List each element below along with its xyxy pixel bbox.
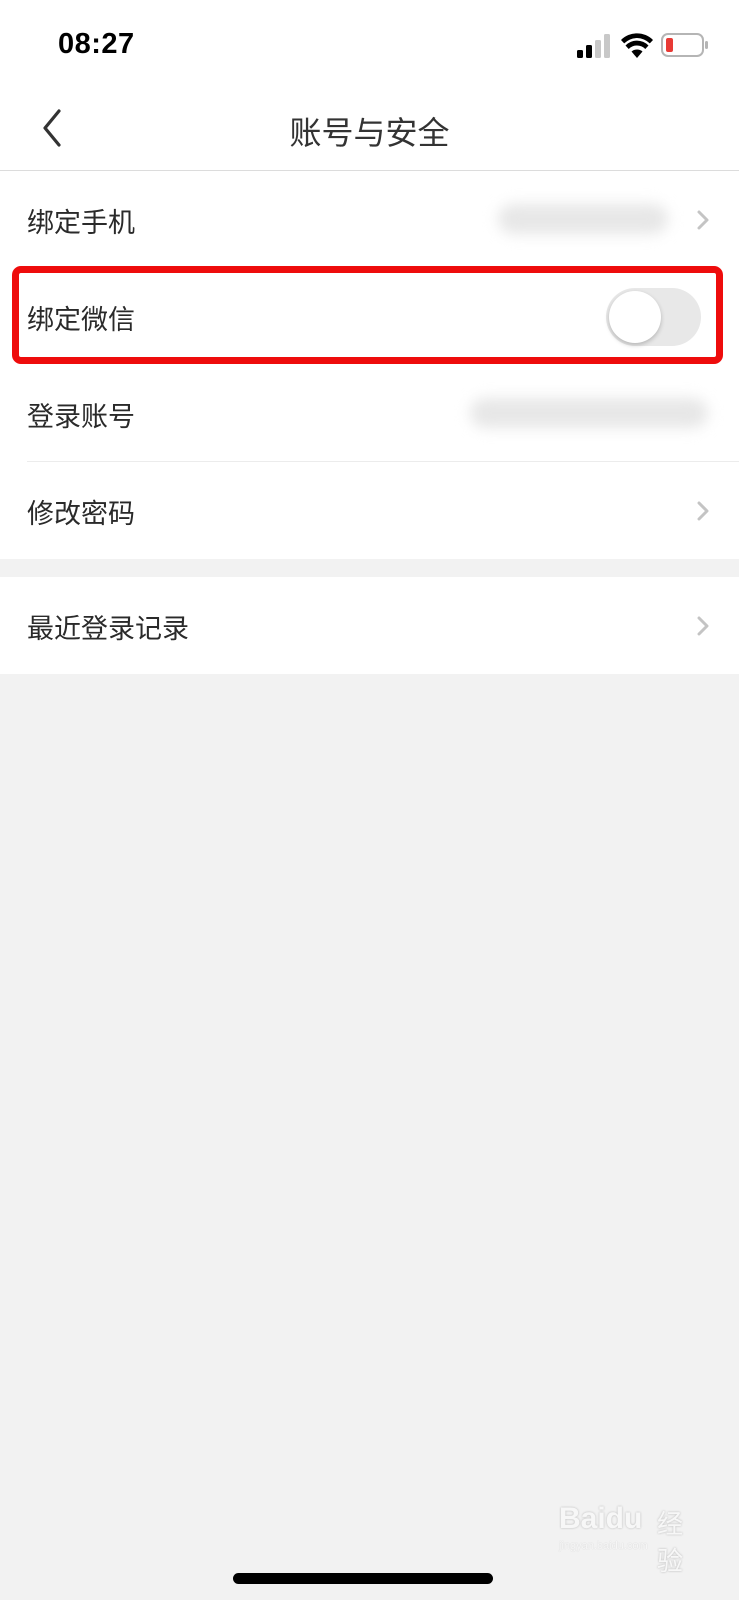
login-account-row: 登录账号 (0, 365, 739, 462)
watermark-url: jingyan.baidu.com (559, 1540, 648, 1552)
status-bar: 08:27 (0, 0, 739, 88)
watermark-brand-cn: 经验 (657, 1510, 684, 1577)
cellular-signal-icon (577, 34, 610, 58)
change-password-label: 修改密码 (27, 499, 135, 530)
baidu-jingyan-watermark: Baidu 经验 jingyan.baidu.com (545, 1488, 705, 1577)
bind-phone-row[interactable]: 绑定手机 (0, 171, 739, 268)
settings-group-login-history: 最近登录记录 (0, 577, 739, 674)
toggle-knob (609, 291, 661, 343)
login-account-label: 登录账号 (27, 402, 135, 433)
battery-low-icon (661, 33, 708, 57)
page-title: 账号与安全 (289, 114, 450, 152)
chevron-right-icon (697, 501, 709, 521)
bind-phone-value-blurred (498, 204, 668, 234)
watermark-brand: Baidu (559, 1502, 643, 1535)
settings-group-account: 绑定手机 绑定微信 登录账号 修改密码 (0, 171, 739, 559)
status-time: 08:27 (58, 28, 135, 60)
bind-phone-label: 绑定手机 (27, 208, 135, 239)
nav-bar: 账号与安全 (0, 88, 739, 171)
recent-login-label: 最近登录记录 (27, 614, 189, 645)
bind-wechat-toggle[interactable] (606, 288, 701, 346)
bind-wechat-row: 绑定微信 (0, 268, 739, 365)
chevron-right-icon (697, 210, 709, 230)
change-password-row[interactable]: 修改密码 (0, 462, 739, 559)
login-account-value-blurred (470, 398, 708, 428)
bind-wechat-label: 绑定微信 (27, 305, 135, 336)
wifi-icon (621, 33, 653, 58)
chevron-right-icon (697, 616, 709, 636)
home-indicator[interactable] (233, 1573, 493, 1584)
recent-login-row[interactable]: 最近登录记录 (0, 577, 739, 674)
